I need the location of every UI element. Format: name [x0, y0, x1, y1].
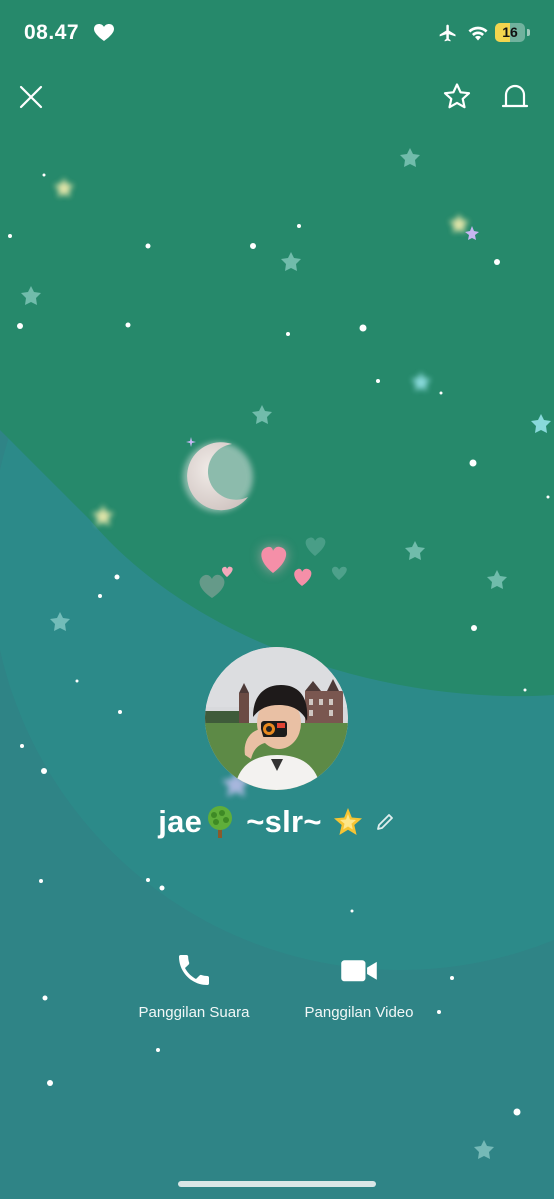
status-time: 08.47 [24, 21, 80, 44]
status-bar: 08.47 16 [0, 0, 554, 66]
phone-icon [179, 955, 209, 985]
profile-background [0, 0, 554, 1199]
voice-call-label: Panggilan Suara [138, 1004, 250, 1021]
pencil-icon[interactable] [374, 811, 396, 833]
wifi-icon [468, 26, 488, 41]
battery-icon: 16 [495, 23, 525, 42]
profile-avatar[interactable] [205, 647, 348, 790]
home-indicator[interactable] [178, 1181, 376, 1187]
notification-button[interactable] [498, 80, 532, 114]
voice-call-button[interactable]: Panggilan Suara [114, 950, 274, 1021]
night-sky-illustration [0, 0, 554, 1199]
avatar-photo [205, 647, 348, 790]
video-camera-icon [341, 960, 377, 982]
favorite-button[interactable] [440, 80, 474, 114]
heart-icon [94, 24, 114, 41]
video-call-button[interactable]: Panggilan Video [279, 950, 439, 1021]
profile-name-text: jae [158, 804, 203, 839]
profile-name: jae ~slr~ [0, 800, 554, 844]
airplane-mode-icon [439, 24, 456, 42]
star-icon [443, 83, 471, 109]
close-button[interactable] [14, 80, 48, 114]
close-icon [19, 85, 43, 109]
battery-level: 16 [502, 24, 518, 40]
tree-emoji-icon [208, 806, 233, 838]
glowing-star-emoji-icon [333, 808, 362, 835]
video-call-label: Panggilan Video [304, 1004, 414, 1021]
bell-icon [501, 84, 529, 108]
profile-name-suffix: ~slr~ [246, 804, 322, 839]
